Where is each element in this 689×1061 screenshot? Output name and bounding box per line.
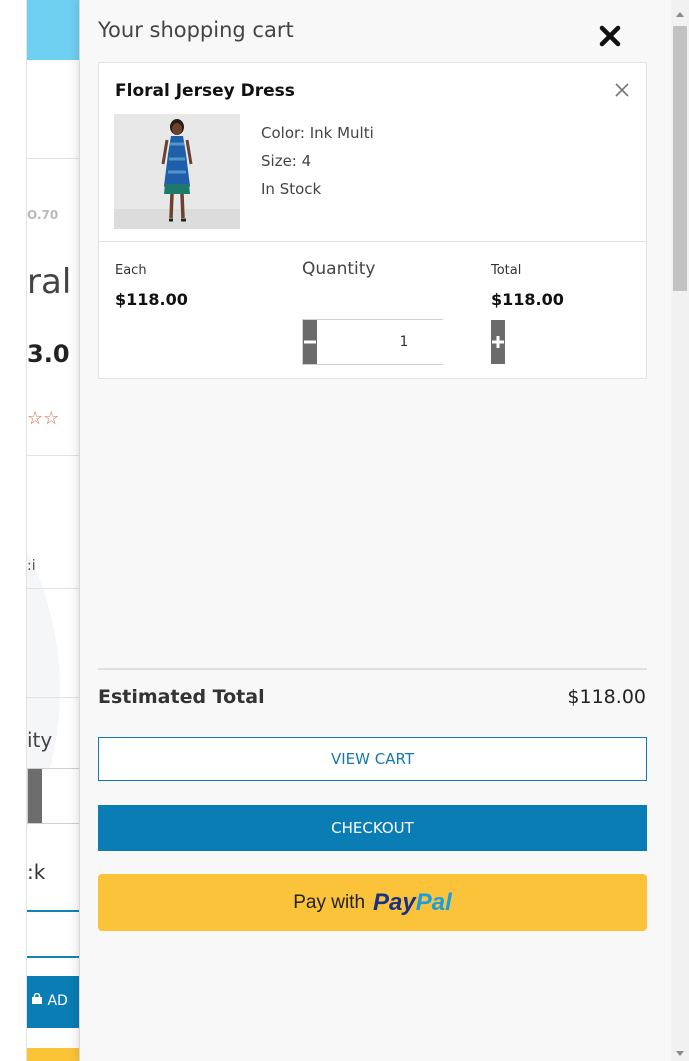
each-price: $118.00 <box>115 290 188 309</box>
each-label: Each <box>115 263 147 278</box>
background-product-page: O.70 ral 3.0 ☆☆ :i ity :k AD <box>0 0 80 1061</box>
scroll-up-button[interactable] <box>675 6 685 17</box>
decrease-quantity-button[interactable] <box>303 320 317 364</box>
paypal-button[interactable]: Pay with PayPal <box>98 874 647 931</box>
background-color-text: :i <box>27 558 36 574</box>
quantity-label: Quantity <box>302 259 376 279</box>
background-product-name: ral <box>27 262 72 302</box>
scrollbar-thumb[interactable] <box>673 26 687 291</box>
product-thumbnail[interactable] <box>114 114 240 229</box>
checkout-button[interactable]: CHECKOUT <box>98 805 647 851</box>
background-divider <box>27 455 80 456</box>
background-quantity-label: ity <box>27 728 53 752</box>
background-content: O.70 ral 3.0 ☆☆ :i ity :k AD <box>26 0 80 1061</box>
remove-x-icon <box>615 83 629 97</box>
close-icon <box>599 25 621 47</box>
total-label: Total <box>491 263 522 278</box>
cart-item-name: Floral Jersey Dress <box>115 81 295 101</box>
total-price: $118.00 <box>491 290 564 309</box>
background-divider <box>27 158 80 159</box>
cart-item-size: Size: 4 <box>261 152 312 170</box>
estimated-total-value: $118.00 <box>567 686 646 708</box>
background-divider <box>27 588 80 589</box>
estimated-total-label: Estimated Total <box>98 686 265 708</box>
view-cart-button[interactable]: VIEW CART <box>98 737 647 781</box>
arrow-up-icon <box>676 12 684 17</box>
background-add-button: AD <box>27 976 80 1028</box>
background-add-button-label: AD <box>47 993 68 1009</box>
close-cart-button[interactable] <box>598 24 622 48</box>
scroll-down-button[interactable] <box>675 1046 685 1056</box>
cart-item-stock: In Stock <box>261 180 322 198</box>
paypal-logo-pay: Pay <box>373 888 416 916</box>
background-stock-label: :k <box>27 860 46 884</box>
cart-item-divider <box>99 241 646 242</box>
background-quantity-stepper <box>27 768 80 824</box>
dress-model-image <box>114 114 240 229</box>
bag-icon <box>31 992 47 1009</box>
remove-item-button[interactable] <box>613 81 631 99</box>
background-product-price: 3.0 <box>27 340 70 368</box>
background-header-bar <box>27 0 80 60</box>
arrow-down-icon <box>676 1051 684 1056</box>
background-sku: O.70 <box>27 208 59 222</box>
background-input <box>27 910 80 958</box>
quantity-stepper <box>302 319 505 365</box>
estimated-total-divider <box>98 668 647 670</box>
vertical-scrollbar[interactable] <box>671 0 689 1061</box>
cart-title: Your shopping cart <box>98 18 294 42</box>
quantity-input[interactable] <box>317 320 491 364</box>
increase-quantity-button[interactable] <box>491 320 505 364</box>
plus-icon <box>492 336 504 348</box>
background-margin <box>0 0 26 1061</box>
paypal-prefix: Pay with <box>293 891 366 913</box>
minus-icon <box>304 340 316 344</box>
paypal-logo: PayPal <box>373 889 452 917</box>
background-divider <box>27 697 80 698</box>
cart-item-color: Color: Ink Multi <box>261 124 374 142</box>
paypal-logo-pal: Pal <box>415 888 452 916</box>
shopping-cart-drawer: Your shopping cart Floral Jersey Dress C… <box>79 0 671 1061</box>
background-rating-stars: ☆☆ <box>27 408 60 429</box>
cart-item-attributes: Color: Ink Multi Size: 4 In Stock <box>261 119 374 203</box>
background-paypal-button <box>27 1048 80 1061</box>
cart-item-card: Floral Jersey Dress Color: Ink Multi Siz… <box>98 62 647 379</box>
